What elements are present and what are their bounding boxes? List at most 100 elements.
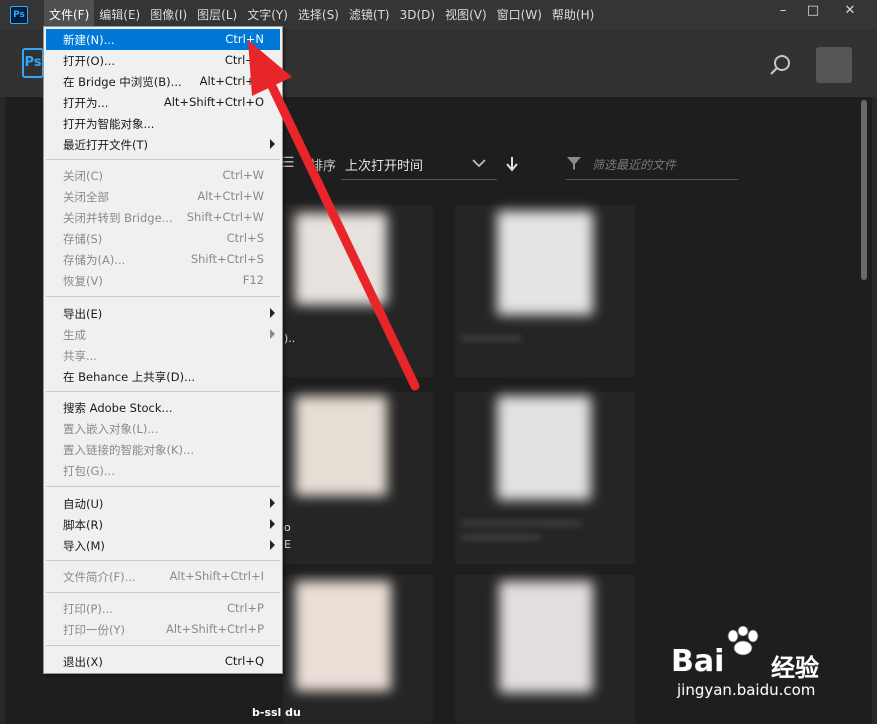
sort-direction-icon[interactable] xyxy=(505,156,519,172)
menu-item-search-adobe-stock[interactable]: 搜索 Adobe Stock... xyxy=(46,397,280,418)
recent-file-card[interactable] xyxy=(283,575,433,724)
partial-file-name: b-ssl du xyxy=(252,706,301,719)
menu-item-label: 打包(G)... xyxy=(63,464,115,478)
menu-item-print[interactable]: 打印(P)... Ctrl+P xyxy=(46,598,280,619)
menu-item-share[interactable]: 共享... xyxy=(46,345,280,366)
partial-file-name: ).. xyxy=(284,332,296,345)
menu-item-place-linked[interactable]: 置入链接的智能对象(K)... xyxy=(46,439,280,460)
submenu-arrow-icon xyxy=(270,329,275,339)
menu-item-share-on-behance[interactable]: 在 Behance 上共享(D)... xyxy=(46,366,280,387)
sort-label: 排序 xyxy=(310,159,337,174)
menu-view[interactable]: 视图(V) xyxy=(440,0,492,30)
menu-item-close[interactable]: 关闭(C) Ctrl+W xyxy=(46,165,280,186)
app-logo-icon[interactable]: Ps xyxy=(10,6,28,24)
menu-item-shortcut: Ctrl+O xyxy=(224,53,264,67)
submenu-arrow-icon xyxy=(270,498,275,508)
menu-help[interactable]: 帮助(H) xyxy=(547,0,599,30)
menu-item-label: 存储为(A)... xyxy=(63,253,126,267)
menu-item-label: 自动(U) xyxy=(63,497,104,511)
watermark-url: jingyan.baidu.com xyxy=(677,681,816,699)
menu-item-generate[interactable]: 生成 xyxy=(46,324,280,345)
submenu-arrow-icon xyxy=(270,139,275,149)
menu-separator xyxy=(46,159,280,160)
recent-file-card[interactable] xyxy=(455,575,635,724)
menu-item-save[interactable]: 存储(S) Ctrl+S xyxy=(46,228,280,249)
menu-3d[interactable]: 3D(D) xyxy=(395,0,440,30)
menu-item-shortcut: Alt+Shift+Ctrl+O xyxy=(163,95,264,109)
menu-item-close-all[interactable]: 关闭全部 Alt+Ctrl+W xyxy=(46,186,280,207)
recent-file-card[interactable] xyxy=(283,205,433,377)
menu-item-save-as[interactable]: 存储为(A)... Shift+Ctrl+S xyxy=(46,249,280,270)
recent-file-caption xyxy=(461,534,541,541)
recent-file-thumbnail xyxy=(295,581,391,691)
menu-separator xyxy=(46,296,280,297)
menu-item-label: 搜索 Adobe Stock... xyxy=(63,401,173,415)
partial-file-name: o xyxy=(284,521,291,534)
menu-item-label: 在 Bridge 中浏览(B)... xyxy=(63,75,182,89)
menu-window[interactable]: 窗口(W) xyxy=(492,0,547,30)
menu-item-label: 关闭并转到 Bridge... xyxy=(63,211,173,225)
recent-file-card[interactable] xyxy=(455,392,635,564)
menu-item-open-as[interactable]: 打开为... Alt+Shift+Ctrl+O xyxy=(46,92,280,113)
filter-placeholder: 筛选最近的文件 xyxy=(592,158,677,172)
maximize-button[interactable]: □ xyxy=(798,0,828,22)
menu-separator xyxy=(46,592,280,593)
menu-item-shortcut: Ctrl+P xyxy=(226,601,264,615)
submenu-arrow-icon xyxy=(270,308,275,318)
menu-item-shortcut: F12 xyxy=(242,273,264,287)
menu-item-open-as-smart-object[interactable]: 打开为智能对象... xyxy=(46,113,280,134)
close-button[interactable]: ✕ xyxy=(828,0,872,22)
menu-item-import[interactable]: 导入(M) xyxy=(46,535,280,556)
menu-filter[interactable]: 滤镜(T) xyxy=(344,0,395,30)
menu-item-place-embedded[interactable]: 置入嵌入对象(L)... xyxy=(46,418,280,439)
file-menu-dropdown: 新建(N)... Ctrl+N 打开(O)... Ctrl+O 在 Bridge… xyxy=(43,26,283,674)
menu-item-label: 脚本(R) xyxy=(63,518,103,532)
menu-item-exit[interactable]: 退出(X) Ctrl+Q xyxy=(46,651,280,672)
menu-item-automate[interactable]: 自动(U) xyxy=(46,493,280,514)
menu-item-label: 打开为智能对象... xyxy=(63,117,155,131)
search-icon[interactable] xyxy=(769,53,793,77)
sort-select-value[interactable]: 上次打开时间 xyxy=(345,155,423,174)
recent-file-caption xyxy=(461,335,521,342)
baidu-watermark: Bai 经验 jingyan.baidu.com xyxy=(671,624,871,704)
menu-item-label: 共享... xyxy=(63,349,97,363)
menu-item-open-recent[interactable]: 最近打开文件(T) xyxy=(46,134,280,155)
menu-item-file-info[interactable]: 文件简介(F)... Alt+Shift+Ctrl+I xyxy=(46,566,280,587)
menu-separator xyxy=(46,645,280,646)
menu-item-scripts[interactable]: 脚本(R) xyxy=(46,514,280,535)
watermark-brand-suffix: 经验 xyxy=(771,654,819,682)
menu-item-print-one-copy[interactable]: 打印一份(Y) Alt+Shift+Ctrl+P xyxy=(46,619,280,640)
menu-item-label: 导出(E) xyxy=(63,307,103,321)
user-avatar[interactable] xyxy=(816,47,852,83)
minimize-button[interactable]: – xyxy=(768,0,798,22)
photoshop-window: Ps 文件(F) 编辑(E) 图像(I) 图层(L) 文字(Y) 选择(S) 滤… xyxy=(0,0,877,724)
recent-file-thumbnail xyxy=(295,396,387,496)
menu-item-label: 生成 xyxy=(63,328,86,342)
menu-item-shortcut: Ctrl+W xyxy=(222,168,264,182)
scrollbar[interactable] xyxy=(861,100,867,280)
submenu-arrow-icon xyxy=(270,519,275,529)
recent-file-card[interactable] xyxy=(283,392,433,564)
menu-separator xyxy=(46,391,280,392)
chevron-down-icon[interactable] xyxy=(472,158,486,168)
partial-file-name: E xyxy=(284,538,291,551)
menu-item-new[interactable]: 新建(N)... Ctrl+N xyxy=(46,29,280,50)
menu-select[interactable]: 选择(S) xyxy=(293,0,344,30)
list-view-icon[interactable]: ☰ xyxy=(282,155,295,171)
menu-item-label: 关闭全部 xyxy=(63,190,109,204)
menu-item-shortcut: Ctrl+Q xyxy=(224,654,264,668)
menu-item-export[interactable]: 导出(E) xyxy=(46,303,280,324)
menu-item-browse-in-bridge[interactable]: 在 Bridge 中浏览(B)... Alt+Ctrl+O xyxy=(46,71,280,92)
menu-item-close-and-go-to-bridge[interactable]: 关闭并转到 Bridge... Shift+Ctrl+W xyxy=(46,207,280,228)
menu-item-label: 置入链接的智能对象(K)... xyxy=(63,443,194,457)
menu-item-revert[interactable]: 恢复(V) F12 xyxy=(46,270,280,291)
menu-separator xyxy=(46,486,280,487)
menu-item-shortcut: Alt+Shift+Ctrl+P xyxy=(165,622,264,636)
recent-file-card[interactable] xyxy=(455,205,635,377)
menu-item-open[interactable]: 打开(O)... Ctrl+O xyxy=(46,50,280,71)
menu-item-shortcut: Ctrl+N xyxy=(225,32,264,46)
menu-item-package[interactable]: 打包(G)... xyxy=(46,460,280,481)
window-controls: – □ ✕ xyxy=(768,0,872,22)
menu-item-shortcut: Shift+Ctrl+W xyxy=(186,210,264,224)
menu-item-label: 关闭(C) xyxy=(63,169,104,183)
